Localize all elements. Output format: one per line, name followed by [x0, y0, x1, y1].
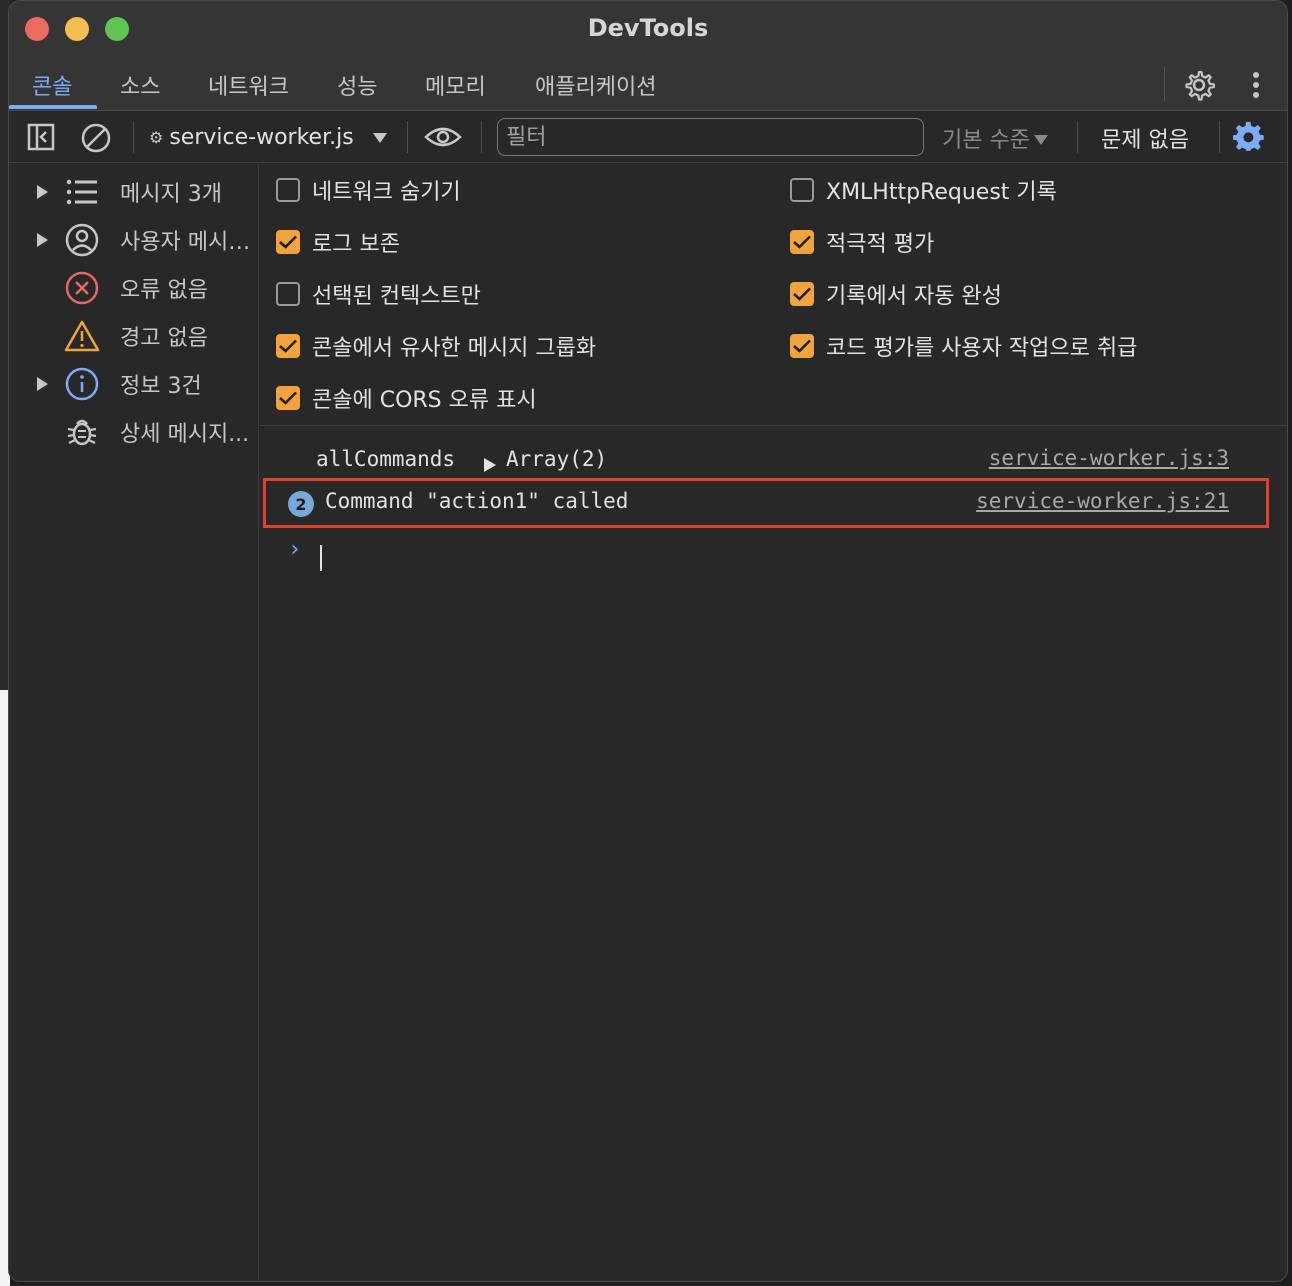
dropdown-arrow-icon	[372, 125, 388, 150]
source-link[interactable]: service-worker.js:3	[989, 446, 1229, 470]
option-label: 코드 평가를 사용자 작업으로 취급	[826, 336, 1138, 361]
sidebar-item-label: 메시지 3개	[120, 182, 222, 207]
preserve-log-checkbox[interactable]	[276, 230, 300, 254]
option-label: 콘솔에서 유사한 메시지 그룹화	[312, 336, 597, 361]
tab-application[interactable]: 애플리케이션	[535, 69, 656, 111]
sidebar-item-info[interactable]: 정보 3건	[9, 362, 259, 406]
gear-small-icon: ⚙	[149, 127, 164, 147]
tab-divider	[1164, 67, 1165, 101]
user-activation-checkbox[interactable]	[790, 334, 814, 358]
toolbar-divider	[133, 121, 134, 153]
toolbar-divider	[481, 121, 482, 153]
option-label: 선택된 컨텍스트만	[312, 284, 481, 309]
sidebar-item-verbose[interactable]: 상세 메시지...	[9, 410, 259, 454]
toolbar-divider	[1219, 121, 1220, 153]
list-icon	[64, 174, 100, 210]
context-label: service-worker.js	[169, 124, 354, 150]
option-label: 적극적 평가	[826, 232, 935, 257]
sidebar-item-user-messages[interactable]: 사용자 메시지...	[9, 218, 259, 262]
tab-sources[interactable]: 소스	[120, 69, 160, 111]
info-icon	[64, 366, 100, 402]
toolbar-divider	[1077, 121, 1078, 153]
show-cors-errors-option[interactable]: 콘솔에 CORS 오류 표시	[276, 378, 537, 418]
tab-network[interactable]: 네트워크	[208, 69, 289, 111]
panel-tabs: 콘솔 소스 네트워크 성능 메모리 애플리케이션	[9, 57, 1287, 111]
console-sidebar: 메시지 3개 사용자 메시지... 오류 없음 경고 없음 정보 3건 상세 메…	[9, 164, 259, 1281]
option-label: 로그 보존	[312, 232, 400, 257]
option-label: 네트워크 숨기기	[312, 180, 461, 205]
active-tab-indicator	[9, 105, 97, 109]
hide-network-checkbox[interactable]	[276, 178, 300, 202]
warning-icon	[64, 318, 100, 354]
sidebar-item-label: 오류 없음	[120, 278, 208, 303]
group-similar-option[interactable]: 콘솔에서 유사한 메시지 그룹화	[276, 326, 596, 366]
sidebar-item-warnings[interactable]: 경고 없음	[9, 314, 259, 358]
user-activation-option[interactable]: 코드 평가를 사용자 작업으로 취급	[790, 326, 1137, 366]
eager-evaluation-option[interactable]: 적극적 평가	[790, 222, 934, 262]
log-xhr-checkbox[interactable]	[790, 178, 814, 202]
settings-gear-icon[interactable]	[1181, 67, 1217, 103]
filter-input[interactable]	[497, 118, 924, 156]
bug-icon	[64, 414, 100, 450]
sidebar-item-label: 사용자 메시지...	[120, 230, 257, 255]
issues-button[interactable]: 문제 없음	[1101, 122, 1189, 154]
option-label: 콘솔에 CORS 오류 표시	[312, 388, 537, 413]
tab-memory[interactable]: 메모리	[425, 69, 486, 111]
expand-array-icon[interactable]	[484, 453, 496, 477]
group-similar-checkbox[interactable]	[276, 334, 300, 358]
show-cors-checkbox[interactable]	[276, 386, 300, 410]
autocomplete-checkbox[interactable]	[790, 282, 814, 306]
preserve-log-option[interactable]: 로그 보존	[276, 222, 400, 262]
window-title: DevTools	[587, 14, 709, 42]
user-icon	[64, 222, 100, 258]
expand-arrow-icon[interactable]	[37, 377, 48, 391]
devtools-window: DevTools 콘솔 소스 네트워크 성능 메모리 애플리케이션 ⚙ serv…	[8, 0, 1288, 1282]
clear-console-icon[interactable]	[79, 121, 113, 155]
option-label: XMLHttpRequest 기록	[826, 180, 1057, 205]
expand-arrow-icon[interactable]	[37, 233, 48, 247]
console-input-caret[interactable]	[320, 545, 322, 571]
console-output[interactable]: allCommands Array(2) service-worker.js:3…	[260, 427, 1287, 1281]
log-xhr-option[interactable]: XMLHttpRequest 기록	[790, 170, 1057, 210]
toolbar-divider	[407, 121, 408, 153]
tab-performance[interactable]: 성능	[337, 69, 377, 111]
selected-context-only-option[interactable]: 선택된 컨텍스트만	[276, 274, 481, 314]
error-icon	[64, 270, 100, 306]
eager-evaluation-checkbox[interactable]	[790, 230, 814, 254]
log-levels-label: 기본 수준	[942, 128, 1030, 153]
live-expression-eye-icon[interactable]	[423, 123, 463, 151]
console-settings-panel: 네트워크 숨기기 로그 보존 선택된 컨텍스트만 콘솔에서 유사한 메시지 그룹…	[260, 164, 1287, 426]
sidebar-item-errors[interactable]: 오류 없음	[9, 266, 259, 310]
highlight-annotation-box	[263, 478, 1269, 528]
levels-arrow-icon	[1033, 126, 1048, 151]
sidebar-item-label: 정보 3건	[120, 374, 202, 399]
option-label: 기록에서 자동 완성	[826, 284, 1002, 309]
log-variable-name: allCommands	[316, 447, 456, 471]
more-options-icon[interactable]	[1245, 67, 1267, 103]
title-bar: DevTools	[9, 1, 1287, 57]
sidebar-item-label: 경고 없음	[120, 326, 208, 351]
console-settings-icon[interactable]	[1231, 119, 1267, 155]
sidebar-toggle-icon[interactable]	[25, 121, 57, 153]
hide-network-option[interactable]: 네트워크 숨기기	[276, 170, 461, 210]
log-levels-dropdown[interactable]: 기본 수준	[942, 122, 1048, 154]
autocomplete-history-option[interactable]: 기록에서 자동 완성	[790, 274, 1002, 314]
sidebar-item-messages[interactable]: 메시지 3개	[9, 170, 259, 214]
context-selector[interactable]: ⚙ service-worker.js	[149, 121, 388, 153]
sidebar-item-label: 상세 메시지...	[120, 422, 250, 447]
console-prompt-icon: ›	[288, 537, 302, 562]
selected-context-checkbox[interactable]	[276, 282, 300, 306]
expand-arrow-icon[interactable]	[37, 185, 48, 199]
log-row[interactable]: allCommands Array(2) service-worker.js:3	[260, 433, 1287, 479]
log-array-value[interactable]: Array(2)	[506, 447, 607, 471]
console-toolbar: ⚙ service-worker.js 기본 수준 문제 없음	[9, 111, 1287, 163]
